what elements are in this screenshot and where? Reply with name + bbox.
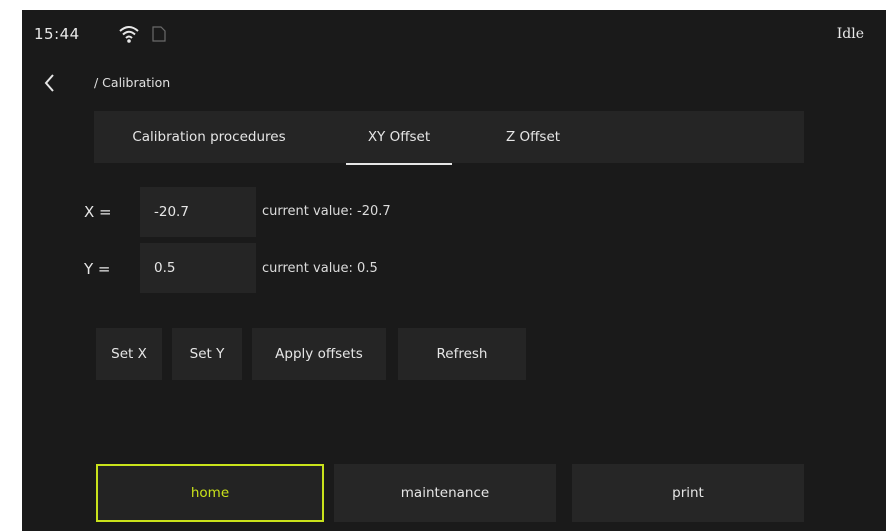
x-offset-input[interactable]: -20.7 xyxy=(140,187,256,237)
status-time: 15:44 xyxy=(34,25,80,43)
nav-home-button[interactable]: home xyxy=(96,464,324,522)
x-current-value: current value: -20.7 xyxy=(262,204,391,219)
chevron-left-icon[interactable] xyxy=(42,72,58,94)
breadcrumb: / Calibration xyxy=(94,75,171,90)
y-label: Y = xyxy=(84,260,111,278)
tab-xy-offset[interactable]: XY Offset xyxy=(346,111,452,165)
printer-status: Idle xyxy=(836,26,864,42)
y-current-value: current value: 0.5 xyxy=(262,261,378,276)
wifi-icon xyxy=(119,26,139,43)
tab-calibration-procedures[interactable]: Calibration procedures xyxy=(104,111,314,163)
apply-offsets-button[interactable]: Apply offsets xyxy=(252,328,386,380)
x-label: X = xyxy=(84,203,112,221)
set-y-button[interactable]: Set Y xyxy=(172,328,242,380)
set-x-button[interactable]: Set X xyxy=(96,328,162,380)
sd-card-icon xyxy=(152,26,166,42)
tab-bar: Calibration procedures XY Offset Z Offse… xyxy=(94,111,804,165)
nav-maintenance-button[interactable]: maintenance xyxy=(334,464,556,522)
device-frame: 15:44 Idle / Calibration Calibration pro… xyxy=(0,0,894,531)
touch-screen: 15:44 Idle / Calibration Calibration pro… xyxy=(22,10,886,531)
y-offset-input[interactable]: 0.5 xyxy=(140,243,256,293)
tab-z-offset[interactable]: Z Offset xyxy=(478,111,588,163)
refresh-button[interactable]: Refresh xyxy=(398,328,526,380)
nav-print-button[interactable]: print xyxy=(572,464,804,522)
